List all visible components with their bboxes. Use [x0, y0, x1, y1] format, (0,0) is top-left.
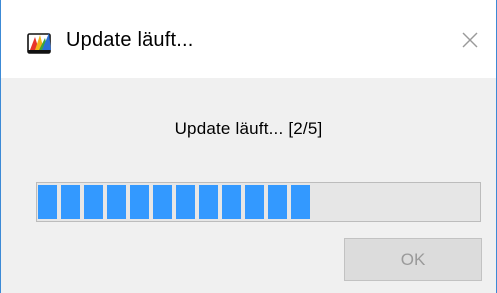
update-dialog-window: Update läuft... Update läuft... [2/5] OK: [0, 0, 497, 293]
progress-fill: [38, 185, 311, 219]
window-title: Update läuft...: [66, 29, 194, 51]
close-icon[interactable]: [458, 28, 482, 52]
ok-button[interactable]: OK: [344, 238, 482, 281]
status-message: Update läuft... [2/5]: [174, 119, 323, 138]
app-icon: [27, 33, 51, 54]
title-bar: Update läuft...: [1, 0, 496, 78]
progress-bar: [36, 182, 481, 222]
